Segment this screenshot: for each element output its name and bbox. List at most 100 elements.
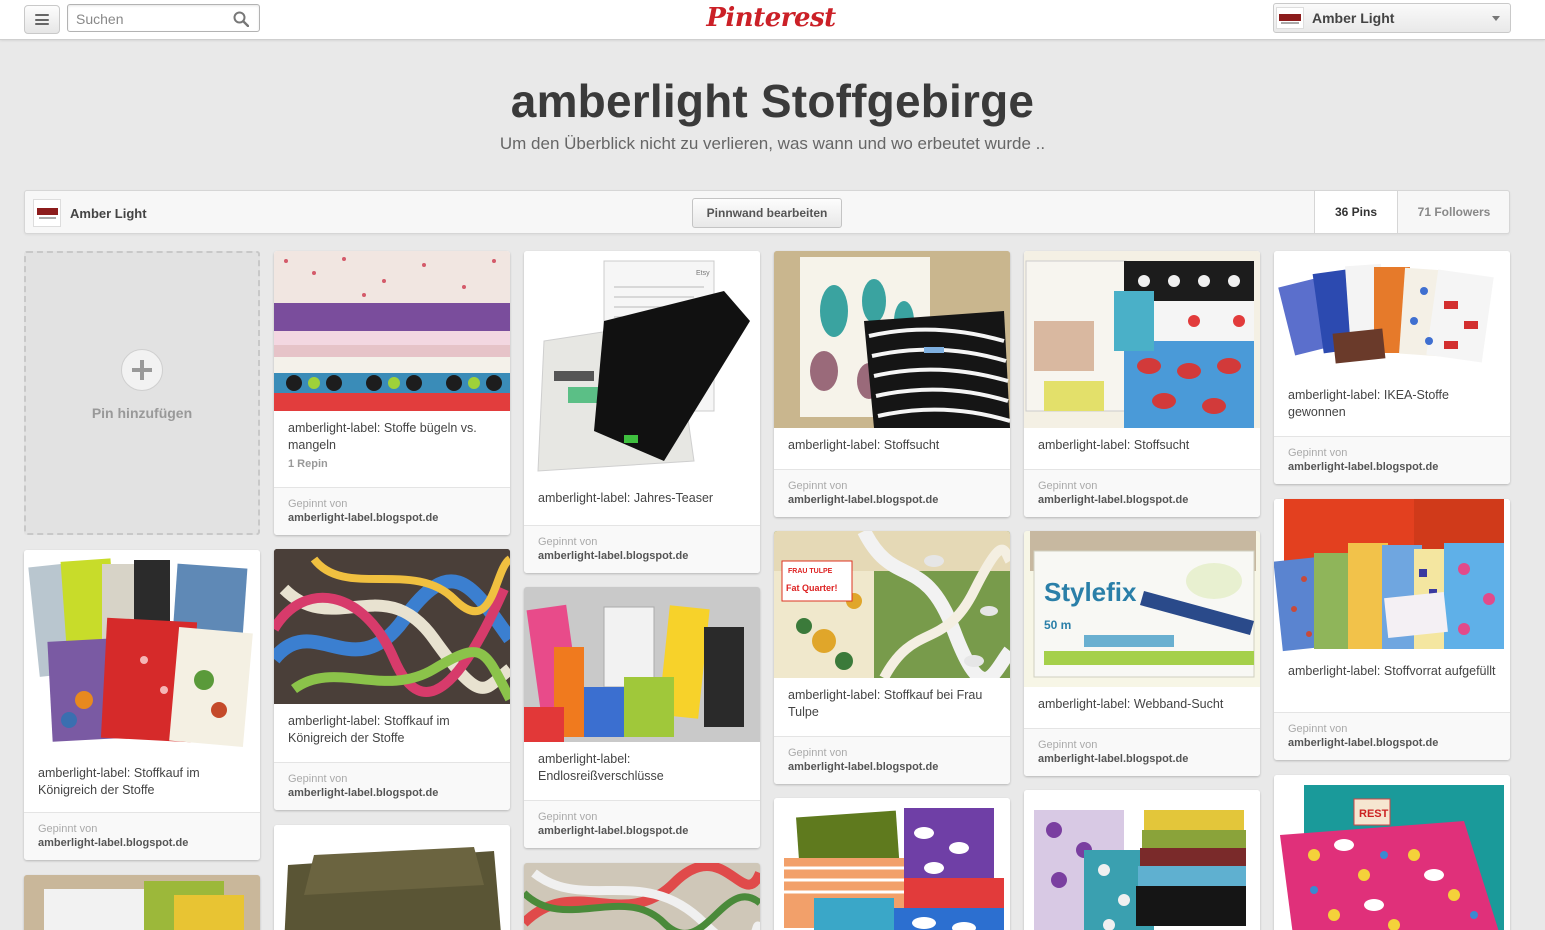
- pin-attribution[interactable]: Gepinnt von amberlight-label.blogspot.de: [774, 469, 1010, 517]
- stylefix-label: Stylefix: [1044, 577, 1137, 607]
- owner-avatar[interactable]: [33, 199, 61, 227]
- search-input[interactable]: [76, 10, 226, 27]
- pin-card[interactable]: amberlight-label: Stoffe bügeln vs. mang…: [274, 251, 510, 535]
- menu-button[interactable]: [24, 5, 60, 34]
- pins-count-tab[interactable]: 36 Pins: [1314, 191, 1397, 233]
- pin-image[interactable]: [1274, 251, 1510, 378]
- pin-image[interactable]: [274, 825, 510, 930]
- pin-attribution[interactable]: Gepinnt von amberlight-label.blogspot.de: [1024, 469, 1260, 517]
- board-description: Um den Überblick nicht zu verlieren, was…: [499, 134, 1046, 153]
- search-box[interactable]: [67, 4, 260, 32]
- pin-card[interactable]: amberlight-label: Stoffkauf im Königreic…: [24, 550, 260, 860]
- pin-image[interactable]: [274, 549, 510, 704]
- pin-image[interactable]: REST: [1274, 775, 1510, 930]
- pin-attribution[interactable]: Gepinnt von amberlight-label.blogspot.de: [274, 487, 510, 535]
- user-menu[interactable]: Amber Light: [1273, 3, 1511, 33]
- pin-image[interactable]: [1024, 790, 1260, 930]
- pin-card[interactable]: amberlight-label: IKEA-Stoffe gewonnen G…: [1274, 251, 1510, 484]
- board-info-bar: Amber Light Pinnwand bearbeiten 36 Pins …: [24, 190, 1510, 234]
- pin-description[interactable]: amberlight-label: Jahres-Teaser: [524, 481, 760, 507]
- pin-card[interactable]: Stylefix 50 m amberlight-label: Webband-…: [1024, 531, 1260, 776]
- pin-attribution[interactable]: Gepinnt von amberlight-label.blogspot.de: [24, 812, 260, 860]
- followers-count-tab[interactable]: 71 Followers: [1397, 191, 1510, 233]
- pin-source[interactable]: amberlight-label.blogspot.de: [288, 511, 496, 525]
- pin-image[interactable]: FRAU TULPE Fat Quarter!: [774, 531, 1010, 678]
- pin-image[interactable]: [524, 587, 760, 742]
- pin-image[interactable]: [774, 251, 1010, 428]
- pin-source[interactable]: amberlight-label.blogspot.de: [788, 493, 996, 507]
- pin-source[interactable]: amberlight-label.blogspot.de: [788, 760, 996, 774]
- pin-description[interactable]: amberlight-label: IKEA-Stoffe gewonnen: [1274, 378, 1510, 421]
- pin-source[interactable]: amberlight-label.blogspot.de: [1288, 460, 1496, 474]
- pin-card[interactable]: FRAU TULPE Fat Quarter! amberlight-label…: [774, 531, 1010, 784]
- fat-quarter-label: Fat Quarter!: [786, 583, 838, 593]
- pin-attribution[interactable]: Gepinnt von amberlight-label.blogspot.de: [774, 736, 1010, 784]
- pin-description[interactable]: amberlight-label: Endlosreißverschlüsse: [524, 742, 760, 785]
- etsy-label: Etsy: [696, 270, 710, 277]
- edit-board-button[interactable]: Pinnwand bearbeiten: [692, 198, 842, 228]
- pin-source[interactable]: amberlight-label.blogspot.de: [1038, 752, 1246, 766]
- pin-card[interactable]: [24, 875, 260, 930]
- pin-description[interactable]: amberlight-label: Webband-Sucht: [1024, 687, 1260, 713]
- plus-icon: [121, 349, 163, 391]
- pin-attribution[interactable]: Gepinnt von amberlight-label.blogspot.de: [274, 762, 510, 810]
- owner-name[interactable]: Amber Light: [70, 206, 147, 221]
- pinned-via-label: Gepinnt von: [788, 480, 848, 492]
- pin-card[interactable]: amberlight-label: Endlosreißverschlüsse …: [524, 587, 760, 848]
- pin-image[interactable]: Etsy: [524, 251, 760, 481]
- pin-card[interactable]: [274, 825, 510, 930]
- pin-source[interactable]: amberlight-label.blogspot.de: [1288, 736, 1496, 750]
- pin-image[interactable]: [524, 863, 760, 930]
- pin-card[interactable]: REST: [1274, 775, 1510, 930]
- pin-attribution[interactable]: Gepinnt von amberlight-label.blogspot.de: [1274, 436, 1510, 484]
- pin-source[interactable]: amberlight-label.blogspot.de: [288, 786, 496, 800]
- pin-attribution[interactable]: Gepinnt von amberlight-label.blogspot.de: [524, 800, 760, 848]
- pin-card[interactable]: [1024, 790, 1260, 930]
- pinterest-logo[interactable]: Pinterest: [706, 0, 836, 38]
- pinned-via-label: Gepinnt von: [1038, 739, 1098, 751]
- pin-card[interactable]: amberlight-label: Stoffsucht Gepinnt von…: [774, 251, 1010, 517]
- pin-card[interactable]: [524, 863, 760, 930]
- pinned-via-label: Gepinnt von: [38, 823, 98, 835]
- pin-description[interactable]: amberlight-label: Stoffkauf im Königreic…: [24, 756, 260, 799]
- pin-description[interactable]: amberlight-label: Stoffsucht: [1024, 428, 1260, 454]
- pin-image[interactable]: [1274, 499, 1510, 654]
- pin-description[interactable]: amberlight-label: Stoffkauf im Königreic…: [274, 704, 510, 747]
- search-icon[interactable]: [233, 11, 249, 27]
- pin-attribution[interactable]: Gepinnt von amberlight-label.blogspot.de: [1024, 728, 1260, 776]
- pin-card[interactable]: Etsy amberlight-label: Jahres-Teaser Gep…: [524, 251, 760, 573]
- pin-description[interactable]: amberlight-label: Stoffe bügeln vs. mang…: [274, 411, 510, 454]
- chevron-down-icon: [1492, 16, 1500, 21]
- stylefix-length: 50 m: [1044, 618, 1071, 632]
- pin-attribution[interactable]: Gepinnt von amberlight-label.blogspot.de: [1274, 712, 1510, 760]
- pin-card[interactable]: amberlight-label: Stoffvorrat aufgefüllt…: [1274, 499, 1510, 760]
- pin-source[interactable]: amberlight-label.blogspot.de: [538, 824, 746, 838]
- pin-image[interactable]: [774, 798, 1010, 930]
- pin-source[interactable]: amberlight-label.blogspot.de: [38, 836, 246, 850]
- pin-description[interactable]: amberlight-label: Stoffkauf bei Frau Tul…: [774, 678, 1010, 721]
- user-avatar: [1276, 7, 1304, 29]
- pinned-via-label: Gepinnt von: [788, 747, 848, 759]
- pin-image[interactable]: Stylefix 50 m: [1024, 531, 1260, 687]
- pinned-via-label: Gepinnt von: [1288, 723, 1348, 735]
- pin-image[interactable]: [274, 251, 510, 411]
- pin-card[interactable]: [774, 798, 1010, 930]
- repin-count: 1 Repin: [288, 458, 328, 470]
- pin-card[interactable]: amberlight-label: Stoffkauf im Königreic…: [274, 549, 510, 810]
- pin-image[interactable]: [24, 550, 260, 756]
- pinned-via-label: Gepinnt von: [1038, 480, 1098, 492]
- board-title: amberlight Stoffgebirge: [510, 75, 1035, 127]
- user-name: Amber Light: [1312, 10, 1395, 26]
- hamburger-icon: [35, 14, 49, 25]
- add-pin-card[interactable]: Pin hinzufügen: [24, 251, 260, 535]
- pin-source[interactable]: amberlight-label.blogspot.de: [1038, 493, 1246, 507]
- pin-description[interactable]: amberlight-label: Stoffvorrat aufgefüllt: [1274, 654, 1510, 680]
- top-bar: Pinterest Amber Light: [0, 0, 1545, 40]
- pin-description[interactable]: amberlight-label: Stoffsucht: [774, 428, 1010, 454]
- pinned-via-label: Gepinnt von: [1288, 447, 1348, 459]
- pin-image[interactable]: [24, 875, 260, 930]
- pin-attribution[interactable]: Gepinnt von amberlight-label.blogspot.de: [524, 525, 760, 573]
- pin-card[interactable]: amberlight-label: Stoffsucht Gepinnt von…: [1024, 251, 1260, 517]
- pin-image[interactable]: [1024, 251, 1260, 428]
- pin-source[interactable]: amberlight-label.blogspot.de: [538, 549, 746, 563]
